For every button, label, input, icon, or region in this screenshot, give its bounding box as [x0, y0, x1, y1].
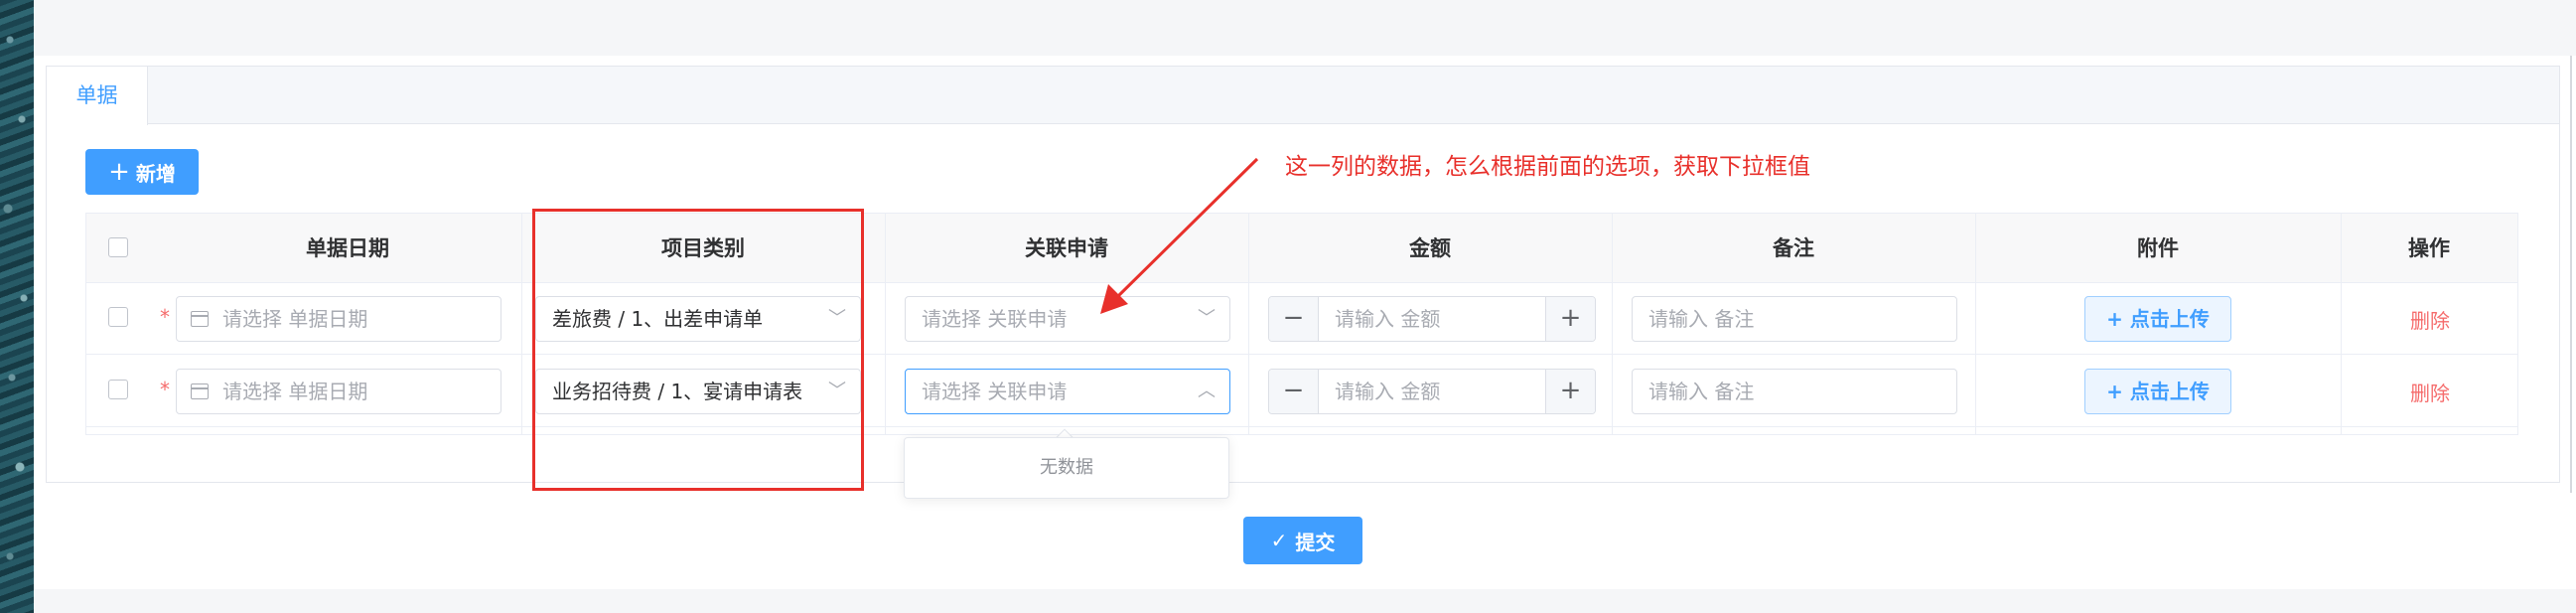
column-divider	[521, 214, 522, 434]
dropdown-empty-text: 无数据	[1040, 457, 1093, 478]
column-divider	[2341, 214, 2342, 434]
remark-field[interactable]: 请输入 备注	[1632, 296, 1957, 342]
tab-document[interactable]: 单据	[47, 67, 148, 125]
required-mark: *	[160, 378, 170, 401]
related-placeholder: 请选择 关联申请	[922, 307, 1068, 331]
check-icon: ✓	[1270, 529, 1288, 552]
related-request-select[interactable]: 请选择 关联申请 ﹀	[905, 296, 1230, 342]
calendar-icon	[191, 383, 209, 399]
remark-placeholder: 请输入 备注	[1648, 307, 1755, 331]
delete-link[interactable]: 删除	[2410, 378, 2450, 406]
col-header-action: 操作	[2408, 236, 2450, 260]
amount-placeholder: 请输入 金额	[1335, 307, 1441, 331]
table-row: * 请选择 单据日期 差旅费 / 1、出差申请单 ﹀ 请选择 关联申请 ﹀ − …	[86, 283, 2517, 355]
remark-placeholder: 请输入 备注	[1648, 380, 1755, 403]
amount-placeholder: 请输入 金额	[1335, 380, 1441, 403]
background-image-strip	[0, 0, 34, 613]
table-row: * 请选择 单据日期 业务招待费 / 1、宴请申请表 ﹀ 请选择 关联申请 ︿ …	[86, 356, 2517, 427]
increment-button[interactable]: +	[1545, 297, 1595, 341]
upload-button[interactable]: + 点击上传	[2084, 369, 2231, 414]
highlight-box	[532, 209, 864, 491]
chevron-down-icon: ﹀	[1198, 308, 1216, 329]
decrement-button[interactable]: −	[1269, 370, 1319, 413]
chevron-up-icon: ︿	[1198, 381, 1216, 401]
tab-bar: 单据	[47, 67, 2559, 125]
calendar-icon	[191, 311, 209, 327]
submit-label: 提交	[1295, 530, 1336, 554]
add-row-label: 新增	[135, 161, 176, 186]
plus-icon: +	[108, 157, 130, 187]
date-placeholder: 请选择 单据日期	[222, 307, 368, 331]
date-placeholder: 请选择 单据日期	[222, 380, 368, 403]
remark-field[interactable]: 请输入 备注	[1632, 369, 1957, 414]
col-header-date: 单据日期	[306, 236, 389, 260]
row-checkbox[interactable]	[108, 307, 128, 327]
decrement-button[interactable]: −	[1269, 297, 1319, 341]
related-request-dropdown: 无数据	[904, 437, 1229, 499]
required-mark: *	[160, 305, 170, 329]
table-header: 单据日期 项目类别 关联申请 金额 备注 附件 操作	[86, 214, 2517, 283]
column-divider	[885, 214, 886, 434]
col-header-related: 关联申请	[1025, 236, 1108, 260]
select-all-checkbox[interactable]	[108, 237, 128, 257]
submit-button[interactable]: ✓ 提交	[1243, 517, 1362, 564]
annotation-text: 这一列的数据，怎么根据前面的选项，获取下拉框值	[1285, 154, 1810, 180]
column-divider	[1612, 214, 1613, 434]
top-band	[34, 0, 2576, 56]
column-divider	[1248, 214, 1249, 434]
column-divider	[1975, 214, 1976, 434]
col-header-remark: 备注	[1773, 236, 1814, 260]
col-header-attachment: 附件	[2137, 236, 2179, 260]
increment-button[interactable]: +	[1545, 370, 1595, 413]
amount-stepper[interactable]: − 请输入 金额 +	[1268, 369, 1596, 414]
amount-stepper[interactable]: − 请输入 金额 +	[1268, 296, 1596, 342]
date-picker[interactable]: 请选择 单据日期	[176, 369, 501, 414]
col-header-amount: 金额	[1409, 236, 1451, 260]
related-placeholder: 请选择 关联申请	[922, 380, 1068, 403]
right-divider	[2570, 56, 2572, 493]
row-checkbox[interactable]	[108, 380, 128, 399]
add-row-button[interactable]: + 新增	[85, 149, 199, 195]
delete-link[interactable]: 删除	[2410, 305, 2450, 334]
bottom-band	[34, 589, 2576, 613]
upload-button[interactable]: + 点击上传	[2084, 296, 2231, 342]
detail-table: 单据日期 项目类别 关联申请 金额 备注 附件 操作 * 请选择 单据日期 差旅…	[85, 213, 2518, 435]
related-request-select[interactable]: 请选择 关联申请 ︿	[905, 369, 1230, 414]
date-picker[interactable]: 请选择 单据日期	[176, 296, 501, 342]
